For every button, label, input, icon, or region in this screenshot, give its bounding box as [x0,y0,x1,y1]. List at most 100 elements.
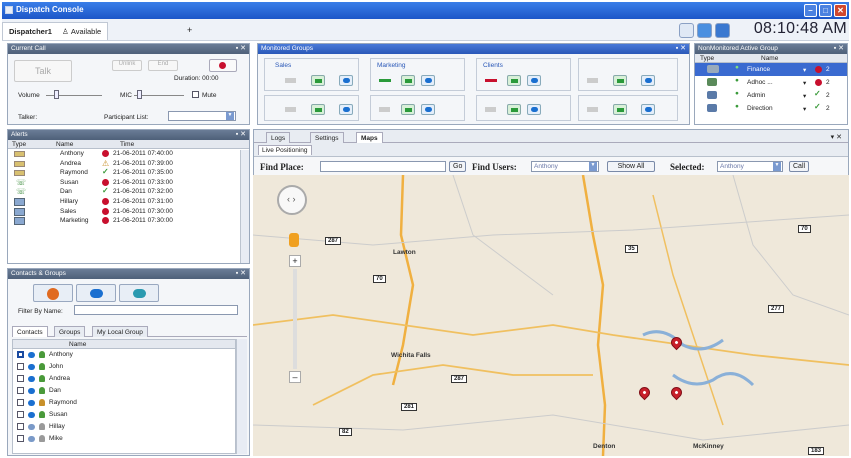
unlink-button[interactable]: Unlink [112,60,142,71]
zoom-out-button[interactable]: – [289,371,301,383]
tab-logs[interactable]: Logs [266,132,291,143]
map-view[interactable]: ‹ › + – Lawton Wichita Falls Denton McKi… [253,175,849,456]
close-button[interactable]: ✕ [834,4,847,17]
participant-select[interactable]: ▼ [168,111,236,121]
slot5-call-button[interactable] [339,104,353,115]
volume-thumb[interactable] [54,90,59,99]
slot6-call-button[interactable] [421,104,435,115]
contact-checkbox[interactable] [17,387,24,394]
alert-row[interactable]: Hillary 21-06-2011 07:31:00 [8,197,249,207]
talk-button[interactable]: Talk [14,60,72,82]
contacts-scrollbar[interactable] [236,339,247,454]
sales-ptt-button[interactable] [311,75,325,86]
slot7-ptt-button[interactable] [507,104,521,115]
slot6-ptt-button[interactable] [401,104,415,115]
nonmonitored-header: NonMonitored Active Group ▪ ✕ [695,44,847,54]
contact-row[interactable]: Hillay [13,421,235,433]
contact-checkbox[interactable] [17,375,24,382]
group-name: Direction [747,105,773,112]
alert-row[interactable]: ☏ Susan 21-06-2011 07:33:00 [8,178,249,188]
group-sales[interactable]: Sales [264,58,359,91]
record-button[interactable] [209,59,237,72]
tab-live-positioning[interactable]: Live Positioning [258,145,312,155]
call-button[interactable]: Call [789,161,810,172]
tab-settings[interactable]: Settings [310,132,344,143]
tab-contacts[interactable]: Contacts [12,326,48,337]
tab-maps[interactable]: Maps [356,132,383,143]
contact-row[interactable]: John [13,361,235,373]
emergency-call-button[interactable] [33,284,73,302]
active-status-icon: ● [735,64,739,71]
mic-thumb[interactable] [137,90,142,99]
keypad-icon[interactable] [679,23,694,38]
group-marketing[interactable]: Marketing [370,58,465,91]
tab-groups[interactable]: Groups [54,326,86,337]
user-icon [39,363,45,370]
slot8-ptt-button[interactable] [613,104,627,115]
status-label: Available [70,27,102,36]
group-clients[interactable]: Clients [476,58,571,91]
group-slot-4[interactable] [578,58,678,91]
clients-call-button[interactable] [527,75,541,86]
nonmonitored-row[interactable]: ● Admin ▾ ✓ 2 [695,89,847,102]
group-slot-8[interactable] [578,95,678,121]
contact-row[interactable]: Dan [13,385,235,397]
alerts-scrollbar[interactable] [240,150,249,263]
nonmonitored-row[interactable]: ● Direction ▾ ✓ 2 [695,102,847,115]
alert-row[interactable]: Marketing 21-06-2011 07:30:00 [8,216,249,226]
find-place-input[interactable] [320,161,446,172]
show-all-button[interactable]: Show All [607,161,655,172]
private-call-button[interactable] [76,284,116,302]
group-call-button[interactable] [119,284,159,302]
filter-input[interactable] [74,305,238,315]
slot4-ptt-button[interactable] [613,75,627,86]
alert-row[interactable]: Anthony 21-06-2011 07:40:00 [8,149,249,159]
nonmonitored-row[interactable]: ● Finance ▾ 2 [695,63,847,76]
dispatcher-tab[interactable]: Dispatcher1 ♙ Available [2,22,109,40]
contact-checkbox[interactable] [17,351,24,358]
selected-user-select[interactable]: Anthony ▼ [717,161,783,172]
zoom-in-button[interactable]: + [289,255,301,267]
group-slot-6[interactable] [370,95,465,121]
minimize-button[interactable]: – [804,4,817,17]
maximize-button[interactable]: □ [819,4,832,17]
nonmonitored-row[interactable]: ● Adhoc ... ▾ 2 [695,76,847,89]
tab-my-local-group[interactable]: My Local Group [92,326,148,337]
slot8-call-button[interactable] [641,104,655,115]
sales-call-button[interactable] [339,75,353,86]
slot7-call-button[interactable] [527,104,541,115]
contact-row[interactable]: Raymond [13,397,235,409]
contact-checkbox[interactable] [17,423,24,430]
group-slot-5[interactable] [264,95,359,121]
add-tab-button[interactable]: + [187,25,192,35]
mute-checkbox[interactable] [192,91,199,98]
contact-row[interactable]: Anthony [13,349,235,361]
globe-icon[interactable] [697,23,712,38]
marketing-call-button[interactable] [421,75,435,86]
group-slot-7[interactable] [476,95,571,121]
marketing-ptt-button[interactable] [401,75,415,86]
alert-row[interactable]: Andrea ⚠ 21-06-2011 07:39:00 [8,159,249,169]
contact-row[interactable]: Mike [13,433,235,445]
headset-icon[interactable] [715,23,730,38]
close-tab-icon[interactable]: ▾ ✕ [831,133,842,141]
street-view-icon[interactable] [289,233,299,247]
slot4-call-button[interactable] [641,75,655,86]
contact-checkbox[interactable] [17,435,24,442]
contact-checkbox[interactable] [17,399,24,406]
pan-control[interactable]: ‹ › [277,185,307,215]
zoom-slider[interactable] [293,269,297,369]
slot5-ptt-button[interactable] [311,104,325,115]
contact-checkbox[interactable] [17,411,24,418]
alert-row[interactable]: ☏ Dan ✓ 21-06-2011 07:32:00 [8,186,249,197]
contact-row[interactable]: Susan [13,409,235,421]
group-phone-icon [133,289,146,298]
find-users-select[interactable]: Anthony ▼ [531,161,599,172]
go-button[interactable]: Go [449,161,467,172]
contact-row[interactable]: Andrea [13,373,235,385]
clients-ptt-button[interactable] [507,75,521,86]
alert-row[interactable]: Sales 21-06-2011 07:30:00 [8,207,249,217]
contact-checkbox[interactable] [17,363,24,370]
end-button[interactable]: End [148,60,178,71]
alert-row[interactable]: Raymond ✓ 21-06-2011 07:35:00 [8,167,249,178]
